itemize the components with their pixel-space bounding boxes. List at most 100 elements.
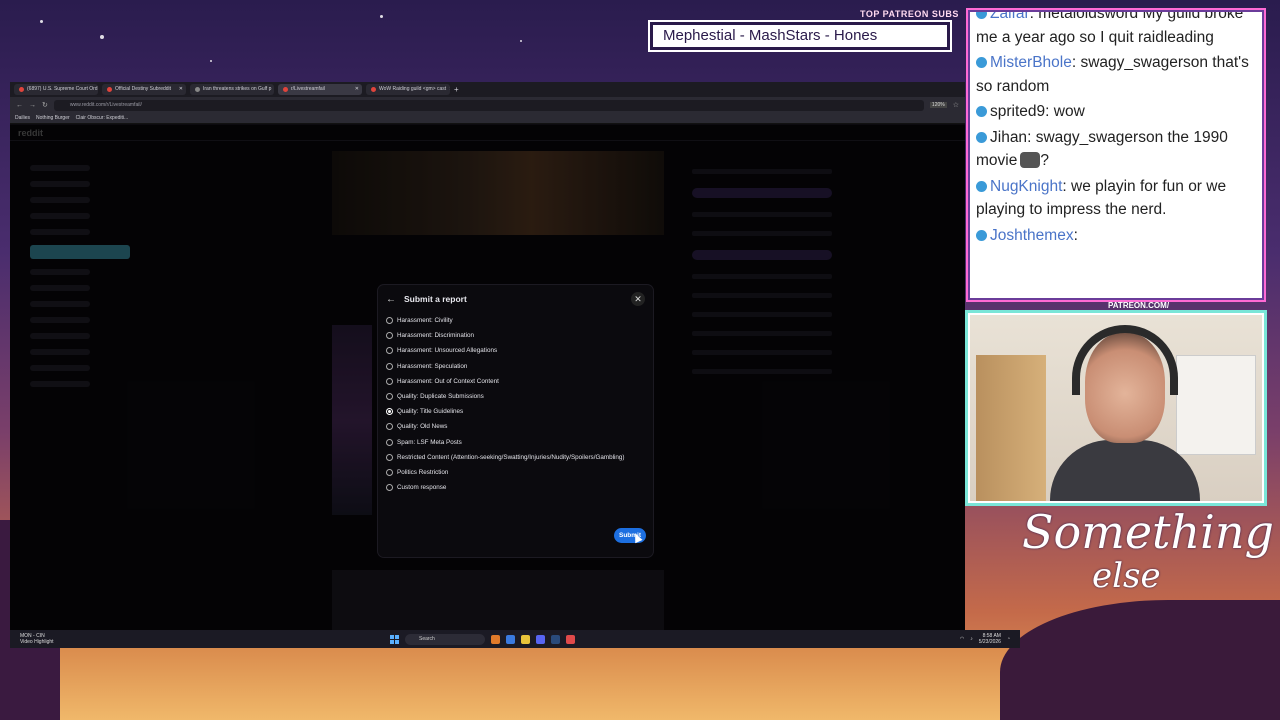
news-favicon-icon (195, 87, 200, 92)
report-reason-option[interactable]: Quality: Old News (386, 419, 645, 434)
report-reason-option[interactable]: Politics Restriction (386, 465, 645, 480)
app-icon[interactable] (506, 634, 515, 644)
option-label: Quality: Duplicate Submissions (397, 393, 484, 401)
radio-button[interactable] (386, 438, 393, 446)
back-icon[interactable]: ← (16, 102, 23, 109)
radio-button[interactable] (386, 453, 393, 461)
option-label: Restricted Content (Attention-seeking/Sw… (397, 453, 625, 461)
webcam-feed (965, 310, 1267, 506)
windows-start-icon[interactable] (390, 634, 399, 644)
report-reason-option[interactable]: Harassment: Out of Context Content (386, 374, 645, 389)
patreon-subs-banner: Mephestial - MashStars - Hones (648, 20, 952, 52)
taskbar-search[interactable]: Search (405, 633, 485, 645)
report-reason-option[interactable]: Harassment: Unsourced Allegations (386, 343, 645, 358)
back-arrow-icon[interactable]: ← (386, 294, 396, 305)
report-reason-option[interactable]: Restricted Content (Attention-seeking/Sw… (386, 450, 645, 465)
folder-icon[interactable] (521, 634, 530, 644)
option-label: Spam: LSF Meta Posts (397, 438, 462, 446)
chat-badge-icon (976, 229, 987, 241)
radio-button[interactable] (386, 484, 393, 492)
bookmark-item[interactable]: Dailies (15, 115, 30, 121)
close-icon[interactable]: ✕ (631, 292, 645, 306)
reddit-favicon-icon (371, 87, 376, 92)
chat-username[interactable]: Joshthemex (990, 227, 1074, 244)
report-reason-option[interactable]: Custom response (386, 480, 645, 495)
report-reason-option[interactable]: Harassment: Civility (386, 313, 645, 328)
radio-button[interactable] (386, 362, 393, 370)
chat-message: sprited9: wow (976, 100, 1256, 124)
chat-badge-icon (976, 180, 987, 192)
app-icon[interactable] (566, 634, 575, 644)
option-label: Quality: Old News (397, 423, 448, 431)
chat-message: NugKnight: we playin for fun or we playi… (976, 177, 1227, 218)
chat-username[interactable]: Zaifar (990, 12, 1030, 22)
chat-text: wow (1053, 103, 1085, 120)
chat-message: Zaifar: metaloidsword My guild broke me … (976, 12, 1256, 49)
report-reason-option[interactable]: Quality: Title Guidelines (386, 404, 645, 419)
radio-button[interactable] (386, 347, 393, 355)
windows-taskbar: MON - CIN Video Highlight Search ◠ ♪ 8:5… (10, 630, 1020, 648)
browser-tab[interactable]: WoW Raiding guild <gm> cast✕ (366, 84, 450, 95)
firefox-icon[interactable] (491, 634, 500, 644)
browser-tab-active[interactable]: r/Livestreamfail ✕ (278, 84, 362, 95)
chat-badge-icon (976, 106, 987, 117)
emote-icon (1020, 152, 1041, 168)
reddit-page: reddit ← Submit a report ✕ Harassment: C… (10, 125, 965, 648)
bookmark-item[interactable]: Clair Obscur: Expediti... (76, 115, 129, 121)
address-bar[interactable]: www.reddit.com/r/Livestreamfail/ (53, 99, 924, 111)
option-label: Politics Restriction (397, 468, 449, 476)
dialog-title: Submit a report (404, 294, 467, 304)
radio-button[interactable] (386, 408, 393, 416)
browser-tab[interactable]: Official Destiny Subreddit ✕ (102, 84, 186, 95)
notification-icon[interactable]: ◔ (1007, 636, 1010, 642)
discord-icon[interactable] (536, 634, 545, 644)
chat-username[interactable]: Jihan (990, 129, 1027, 146)
report-reason-option[interactable]: Quality: Duplicate Submissions (386, 389, 645, 404)
report-reason-option[interactable]: Harassment: Speculation (386, 359, 645, 374)
patreon-subs-label: TOP PATREON SUBS (860, 9, 959, 19)
report-reason-list: Harassment: Civility Harassment: Discrimi… (378, 313, 653, 495)
patreon-url-label: PATREON.COM/ (1108, 301, 1170, 310)
option-label: Harassment: Civility (397, 317, 453, 325)
forward-icon[interactable]: → (29, 102, 36, 109)
volume-icon[interactable]: ♪ (970, 636, 973, 642)
report-reason-option[interactable]: Spam: LSF Meta Posts (386, 435, 645, 450)
reload-icon[interactable]: ↻ (42, 101, 48, 109)
close-tab-icon[interactable]: ✕ (179, 84, 183, 95)
option-label: Harassment: Speculation (397, 362, 468, 370)
chat-username[interactable]: MisterBhole (990, 54, 1072, 71)
brand-logo: Something else (1022, 505, 1274, 596)
close-tab-icon[interactable]: ✕ (355, 84, 359, 95)
chat-badge-icon (976, 131, 987, 143)
chat-username[interactable]: sprited9 (990, 103, 1045, 120)
new-tab-icon[interactable]: + (454, 85, 459, 94)
steam-icon[interactable] (551, 634, 560, 644)
reddit-favicon-icon (107, 87, 112, 92)
browser-toolbar: ← → ↻ www.reddit.com/r/Livestreamfail/ 1… (10, 97, 965, 113)
report-dialog: ← Submit a report ✕ Harassment: Civility… (378, 285, 653, 557)
taskbar-widget[interactable]: MON - CIN Video Highlight (10, 633, 390, 645)
radio-button[interactable] (386, 393, 393, 401)
taskbar-clock[interactable]: 8:58 AM 5/23/2026 (979, 633, 1001, 645)
submit-button[interactable]: Submit (614, 528, 646, 543)
report-reason-option[interactable]: Harassment: Discrimination (386, 328, 645, 343)
bookmarks-bar: Dailies Nothing Burger Clair Obscur: Exp… (10, 113, 965, 124)
chat-message: Jihan: swagy_swagerson the 1990 movie? (976, 128, 1228, 169)
radio-button[interactable] (386, 377, 393, 385)
wifi-icon[interactable]: ◠ (960, 636, 964, 642)
browser-tab[interactable]: Iran threatens strikes on Gulf p✕ (190, 84, 274, 95)
chat-username[interactable]: NugKnight (990, 178, 1062, 195)
radio-button[interactable] (386, 423, 393, 431)
radio-button[interactable] (386, 468, 393, 476)
radio-button[interactable] (386, 332, 393, 340)
browser-tab[interactable]: (6897) U.S. Supreme Court Ord✕ (14, 84, 98, 95)
bookmark-star-icon[interactable]: ☆ (953, 101, 959, 109)
option-label: Harassment: Unsourced Allegations (397, 347, 498, 355)
reddit-favicon-icon (283, 87, 288, 92)
option-label: Harassment: Discrimination (397, 332, 474, 340)
close-tab-icon[interactable]: ✕ (449, 84, 450, 95)
browser-tab-bar: (6897) U.S. Supreme Court Ord✕ Official … (10, 82, 965, 97)
radio-button[interactable] (386, 317, 393, 325)
bookmark-item[interactable]: Nothing Burger (36, 115, 70, 121)
zoom-indicator[interactable]: 120% (929, 102, 947, 108)
